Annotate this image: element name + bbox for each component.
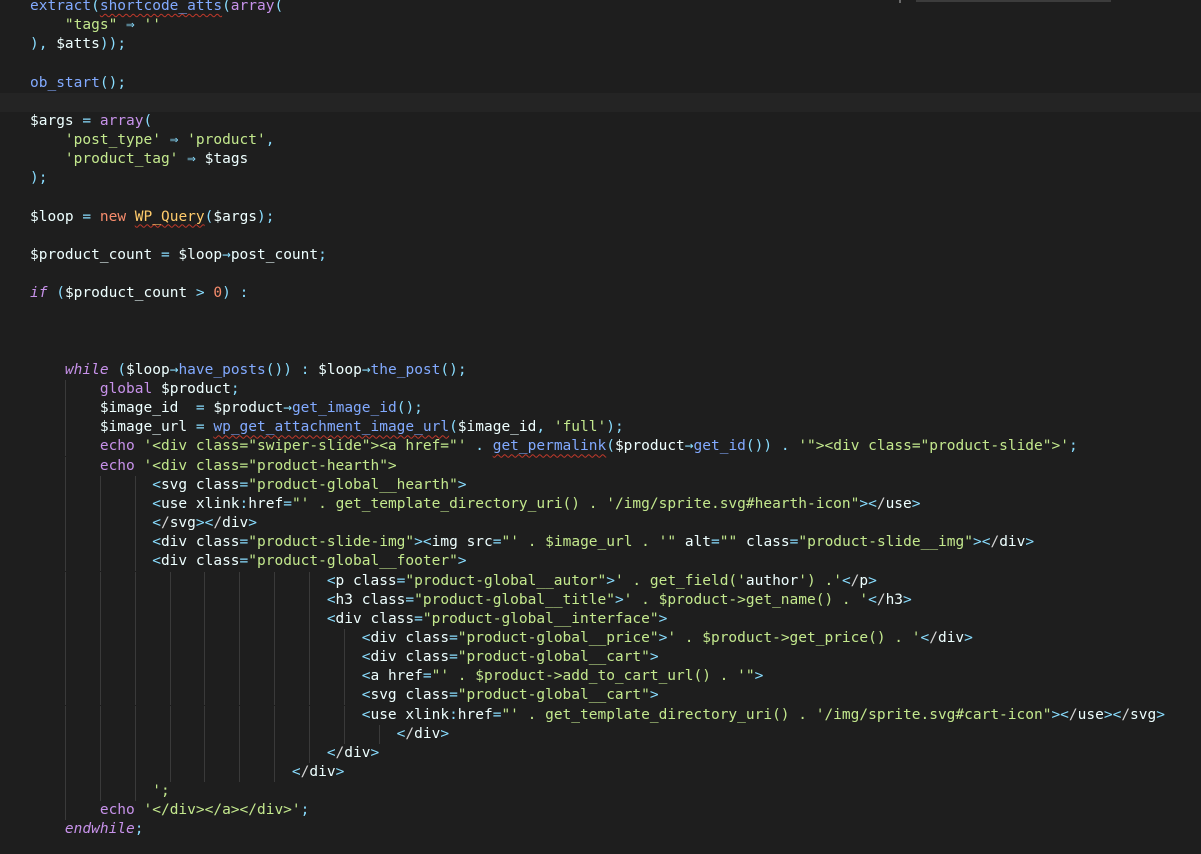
- code-line[interactable]: while ($loop→have_posts()) : $loop→the_p…: [0, 361, 1201, 380]
- code-line[interactable]: [0, 265, 1201, 284]
- code-line[interactable]: ), $atts));: [0, 35, 1201, 54]
- code-line[interactable]: [0, 92, 1201, 112]
- code-line[interactable]: <div class="product-global__cart">: [0, 648, 1201, 668]
- code-line[interactable]: ';: [0, 782, 1201, 802]
- code-line[interactable]: echo '</div></a></div>';: [0, 801, 1201, 821]
- code-text: </div>: [396, 725, 450, 742]
- code-text: 'product_tag' ⇒ $tags: [64, 151, 249, 168]
- code-text: ob_start();: [30, 74, 127, 91]
- code-line[interactable]: extract(shortcode_atts(array(: [0, 0, 1201, 16]
- code-line[interactable]: [0, 342, 1201, 361]
- code-line[interactable]: [0, 323, 1201, 342]
- code-line[interactable]: <p class="product-global__autor">' . get…: [0, 571, 1201, 591]
- code-text: 'post_type' ⇒ 'product',: [64, 132, 275, 149]
- code-line[interactable]: </svg></div>: [0, 514, 1201, 534]
- code-line[interactable]: $image_id = $product→get_image_id();: [0, 399, 1201, 419]
- code-line[interactable]: [0, 303, 1201, 322]
- code-line[interactable]: <a href="' . $product->add_to_cart_url()…: [0, 667, 1201, 687]
- code-text: echo '<div class="product-hearth">: [99, 457, 397, 474]
- code-line[interactable]: "tags" ⇒ '': [0, 16, 1201, 35]
- code-text: <svg class="product-global__hearth">: [152, 476, 467, 493]
- code-text: $product_count = $loop→post_count;: [30, 246, 327, 263]
- code-line[interactable]: <svg class="product-global__cart">: [0, 686, 1201, 706]
- code-line[interactable]: global $product;: [0, 380, 1201, 399]
- code-line[interactable]: $args = array(: [0, 112, 1201, 131]
- code-line[interactable]: <div class="product-slide-img"><img src=…: [0, 533, 1201, 553]
- code-line[interactable]: [0, 54, 1201, 73]
- code-line[interactable]: <h3 class="product-global__title">' . $p…: [0, 590, 1201, 610]
- code-text: "tags" ⇒ '': [64, 17, 161, 34]
- code-line[interactable]: <div class="product-global__interface">: [0, 609, 1201, 629]
- code-text: $image_id = $product→get_image_id();: [99, 400, 423, 417]
- code-text: </svg></div>: [152, 515, 258, 532]
- code-line[interactable]: </div>: [0, 724, 1201, 744]
- code-text: <div class="product-global__footer">: [152, 553, 467, 570]
- code-line[interactable]: </div>: [0, 743, 1201, 763]
- code-text: endwhile;: [64, 821, 144, 838]
- code-line[interactable]: endwhile;: [0, 820, 1201, 839]
- code-text: <div class="product-global__cart">: [361, 649, 659, 666]
- code-text: <div class="product-slide-img"><img src=…: [152, 534, 1035, 551]
- code-text: echo '<div class="swiper-slide"><a href=…: [99, 438, 1078, 455]
- code-text: <use xlink:href="' . get_template_direct…: [152, 495, 921, 512]
- code-text: <div class="product-global__interface">: [326, 610, 668, 627]
- code-line[interactable]: <div class="product-global__footer">: [0, 552, 1201, 572]
- code-text: if ($product_count > 0) :: [30, 285, 249, 302]
- code-text: $image_url = wp_get_attachment_image_url…: [99, 419, 624, 436]
- code-text: global $product;: [99, 381, 240, 397]
- code-line[interactable]: [0, 189, 1201, 208]
- code-text: echo '</div></a></div>';: [99, 802, 310, 819]
- code-line[interactable]: </div>: [0, 763, 1201, 782]
- code-line[interactable]: $product_count = $loop→post_count;: [0, 246, 1201, 265]
- code-text: while ($loop→have_posts()) : $loop→the_p…: [64, 361, 467, 378]
- code-line[interactable]: if ($product_count > 0) :: [0, 284, 1201, 303]
- code-line[interactable]: <use xlink:href="' . get_template_direct…: [0, 494, 1201, 514]
- code-text: <use xlink:href="' . get_template_direct…: [361, 706, 1165, 723]
- code-text: $loop = new WP_Query($args);: [30, 208, 275, 225]
- code-line[interactable]: <use xlink:href="' . get_template_direct…: [0, 705, 1201, 725]
- code-line[interactable]: 'product_tag' ⇒ $tags: [0, 150, 1201, 169]
- code-line[interactable]: [0, 227, 1201, 246]
- code-text: );: [30, 170, 48, 187]
- code-line[interactable]: 'post_type' ⇒ 'product',: [0, 131, 1201, 150]
- code-text: <div class="product-global__price">' . $…: [361, 629, 973, 646]
- code-editor[interactable]: extract(shortcode_atts(array( "tags" ⇒ '…: [0, 0, 1201, 854]
- code-line[interactable]: <svg class="product-global__hearth">: [0, 475, 1201, 495]
- code-line[interactable]: );: [0, 169, 1201, 188]
- code-line[interactable]: $image_url = wp_get_attachment_image_url…: [0, 418, 1201, 438]
- code-line[interactable]: ob_start();: [0, 74, 1201, 93]
- code-text: <svg class="product-global__cart">: [361, 687, 659, 704]
- code-text: <h3 class="product-global__title">' . $p…: [326, 591, 912, 608]
- code-text: <p class="product-global__autor">' . get…: [326, 572, 877, 589]
- code-text: <a href="' . $product->add_to_cart_url()…: [361, 668, 764, 685]
- code-text: </div>: [326, 744, 380, 761]
- code-text: </div>: [291, 764, 345, 780]
- code-text: $args = array(: [30, 112, 153, 129]
- code-text: ';: [152, 783, 170, 800]
- code-text: ), $atts));: [30, 36, 127, 53]
- code-line[interactable]: $loop = new WP_Query($args);: [0, 208, 1201, 227]
- code-line[interactable]: echo '<div class="swiper-slide"><a href=…: [0, 437, 1201, 457]
- code-line[interactable]: echo '<div class="product-hearth">: [0, 456, 1201, 476]
- code-text: extract(shortcode_atts(array(: [30, 0, 284, 14]
- code-line[interactable]: <div class="product-global__price">' . $…: [0, 628, 1201, 648]
